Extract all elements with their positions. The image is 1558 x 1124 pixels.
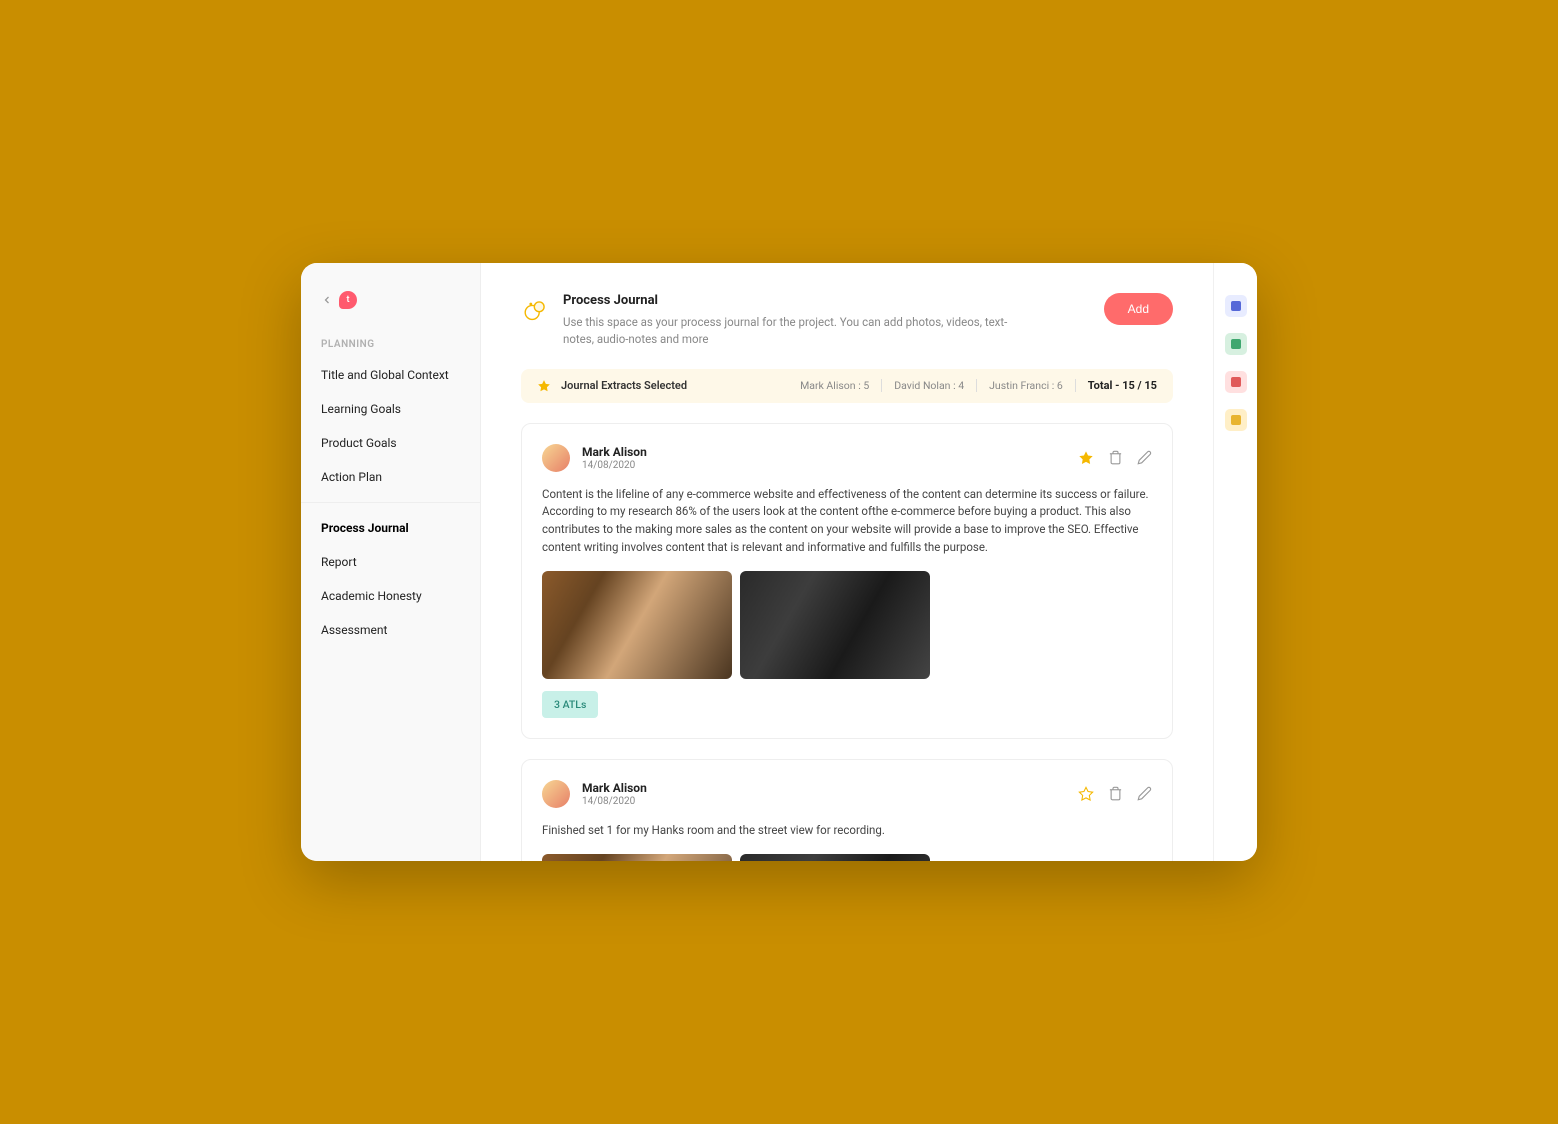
- entry-header: Mark Alison 14/08/2020: [542, 780, 1152, 808]
- sidebar-item-product-goals[interactable]: Product Goals: [301, 426, 480, 460]
- sidebar-item-title-global[interactable]: Title and Global Context: [301, 358, 480, 392]
- atl-badge[interactable]: 3 ATLs: [542, 691, 598, 718]
- entry-images: [542, 571, 1152, 679]
- app-logo[interactable]: t: [339, 291, 357, 309]
- sidebar-header: t: [301, 291, 480, 329]
- sidebar-divider: [301, 502, 480, 503]
- author-info: Mark Alison 14/08/2020: [582, 781, 1066, 807]
- star-icon[interactable]: [1078, 450, 1094, 466]
- sidebar-item-learning-goals[interactable]: Learning Goals: [301, 392, 480, 426]
- process-journal-icon: [521, 297, 549, 325]
- entry-image[interactable]: [740, 571, 930, 679]
- entry-actions: [1078, 786, 1152, 802]
- calendar-icon[interactable]: [1225, 295, 1247, 317]
- trash-icon[interactable]: [1108, 450, 1123, 465]
- page-subtitle: Use this space as your process journal f…: [563, 314, 1023, 349]
- journal-entry: Mark Alison 14/08/2020 Content is the li…: [521, 423, 1173, 739]
- sidebar-item-academic-honesty[interactable]: Academic Honesty: [301, 579, 480, 613]
- sidebar-section-label: PLANNING: [301, 329, 480, 358]
- sidebar-item-process-journal[interactable]: Process Journal: [301, 511, 480, 545]
- entry-header: Mark Alison 14/08/2020: [542, 444, 1152, 472]
- sidebar: t PLANNING Title and Global Context Lear…: [301, 263, 481, 861]
- entry-image[interactable]: [542, 571, 732, 679]
- avatar[interactable]: [542, 444, 570, 472]
- sidebar-item-report[interactable]: Report: [301, 545, 480, 579]
- sidebar-item-assessment[interactable]: Assessment: [301, 613, 480, 647]
- entry-date: 14/08/2020: [582, 460, 1066, 471]
- extracts-stats: Mark Alison : 5 David Nolan : 4 Justin F…: [800, 379, 1157, 392]
- chat-icon[interactable]: [1225, 409, 1247, 431]
- author-info: Mark Alison 14/08/2020: [582, 445, 1066, 471]
- header-text: Process Journal Use this space as your p…: [563, 293, 1090, 349]
- extracts-label: Journal Extracts Selected: [561, 379, 790, 392]
- extracts-stat: David Nolan : 4: [894, 379, 977, 392]
- add-button[interactable]: Add: [1104, 293, 1173, 325]
- entry-images: [542, 854, 1152, 861]
- notes-icon[interactable]: [1225, 333, 1247, 355]
- entry-body: Content is the lifeline of any e-commerc…: [542, 486, 1152, 557]
- main-content: Process Journal Use this space as your p…: [481, 263, 1213, 861]
- journal-entry: Mark Alison 14/08/2020 Finished set 1 fo…: [521, 759, 1173, 861]
- book-icon[interactable]: [1225, 371, 1247, 393]
- entry-actions: [1078, 450, 1152, 466]
- right-rail: [1213, 263, 1257, 861]
- edit-icon[interactable]: [1137, 786, 1152, 801]
- extracts-total: Total - 15 / 15: [1088, 379, 1157, 392]
- entry-body: Finished set 1 for my Hanks room and the…: [542, 822, 1152, 840]
- entry-date: 14/08/2020: [582, 796, 1066, 807]
- star-outline-icon[interactable]: [1078, 786, 1094, 802]
- back-chevron-icon[interactable]: [321, 294, 333, 306]
- trash-icon[interactable]: [1108, 786, 1123, 801]
- page-title: Process Journal: [563, 293, 1090, 308]
- author-name: Mark Alison: [582, 445, 1066, 459]
- entry-image[interactable]: [542, 854, 732, 861]
- entry-image[interactable]: [740, 854, 930, 861]
- extracts-bar: Journal Extracts Selected Mark Alison : …: [521, 369, 1173, 403]
- extracts-stat: Justin Franci : 6: [989, 379, 1076, 392]
- sidebar-item-action-plan[interactable]: Action Plan: [301, 460, 480, 494]
- star-icon: [537, 379, 551, 393]
- extracts-stat: Mark Alison : 5: [800, 379, 882, 392]
- avatar[interactable]: [542, 780, 570, 808]
- edit-icon[interactable]: [1137, 450, 1152, 465]
- author-name: Mark Alison: [582, 781, 1066, 795]
- page-header: Process Journal Use this space as your p…: [521, 293, 1173, 349]
